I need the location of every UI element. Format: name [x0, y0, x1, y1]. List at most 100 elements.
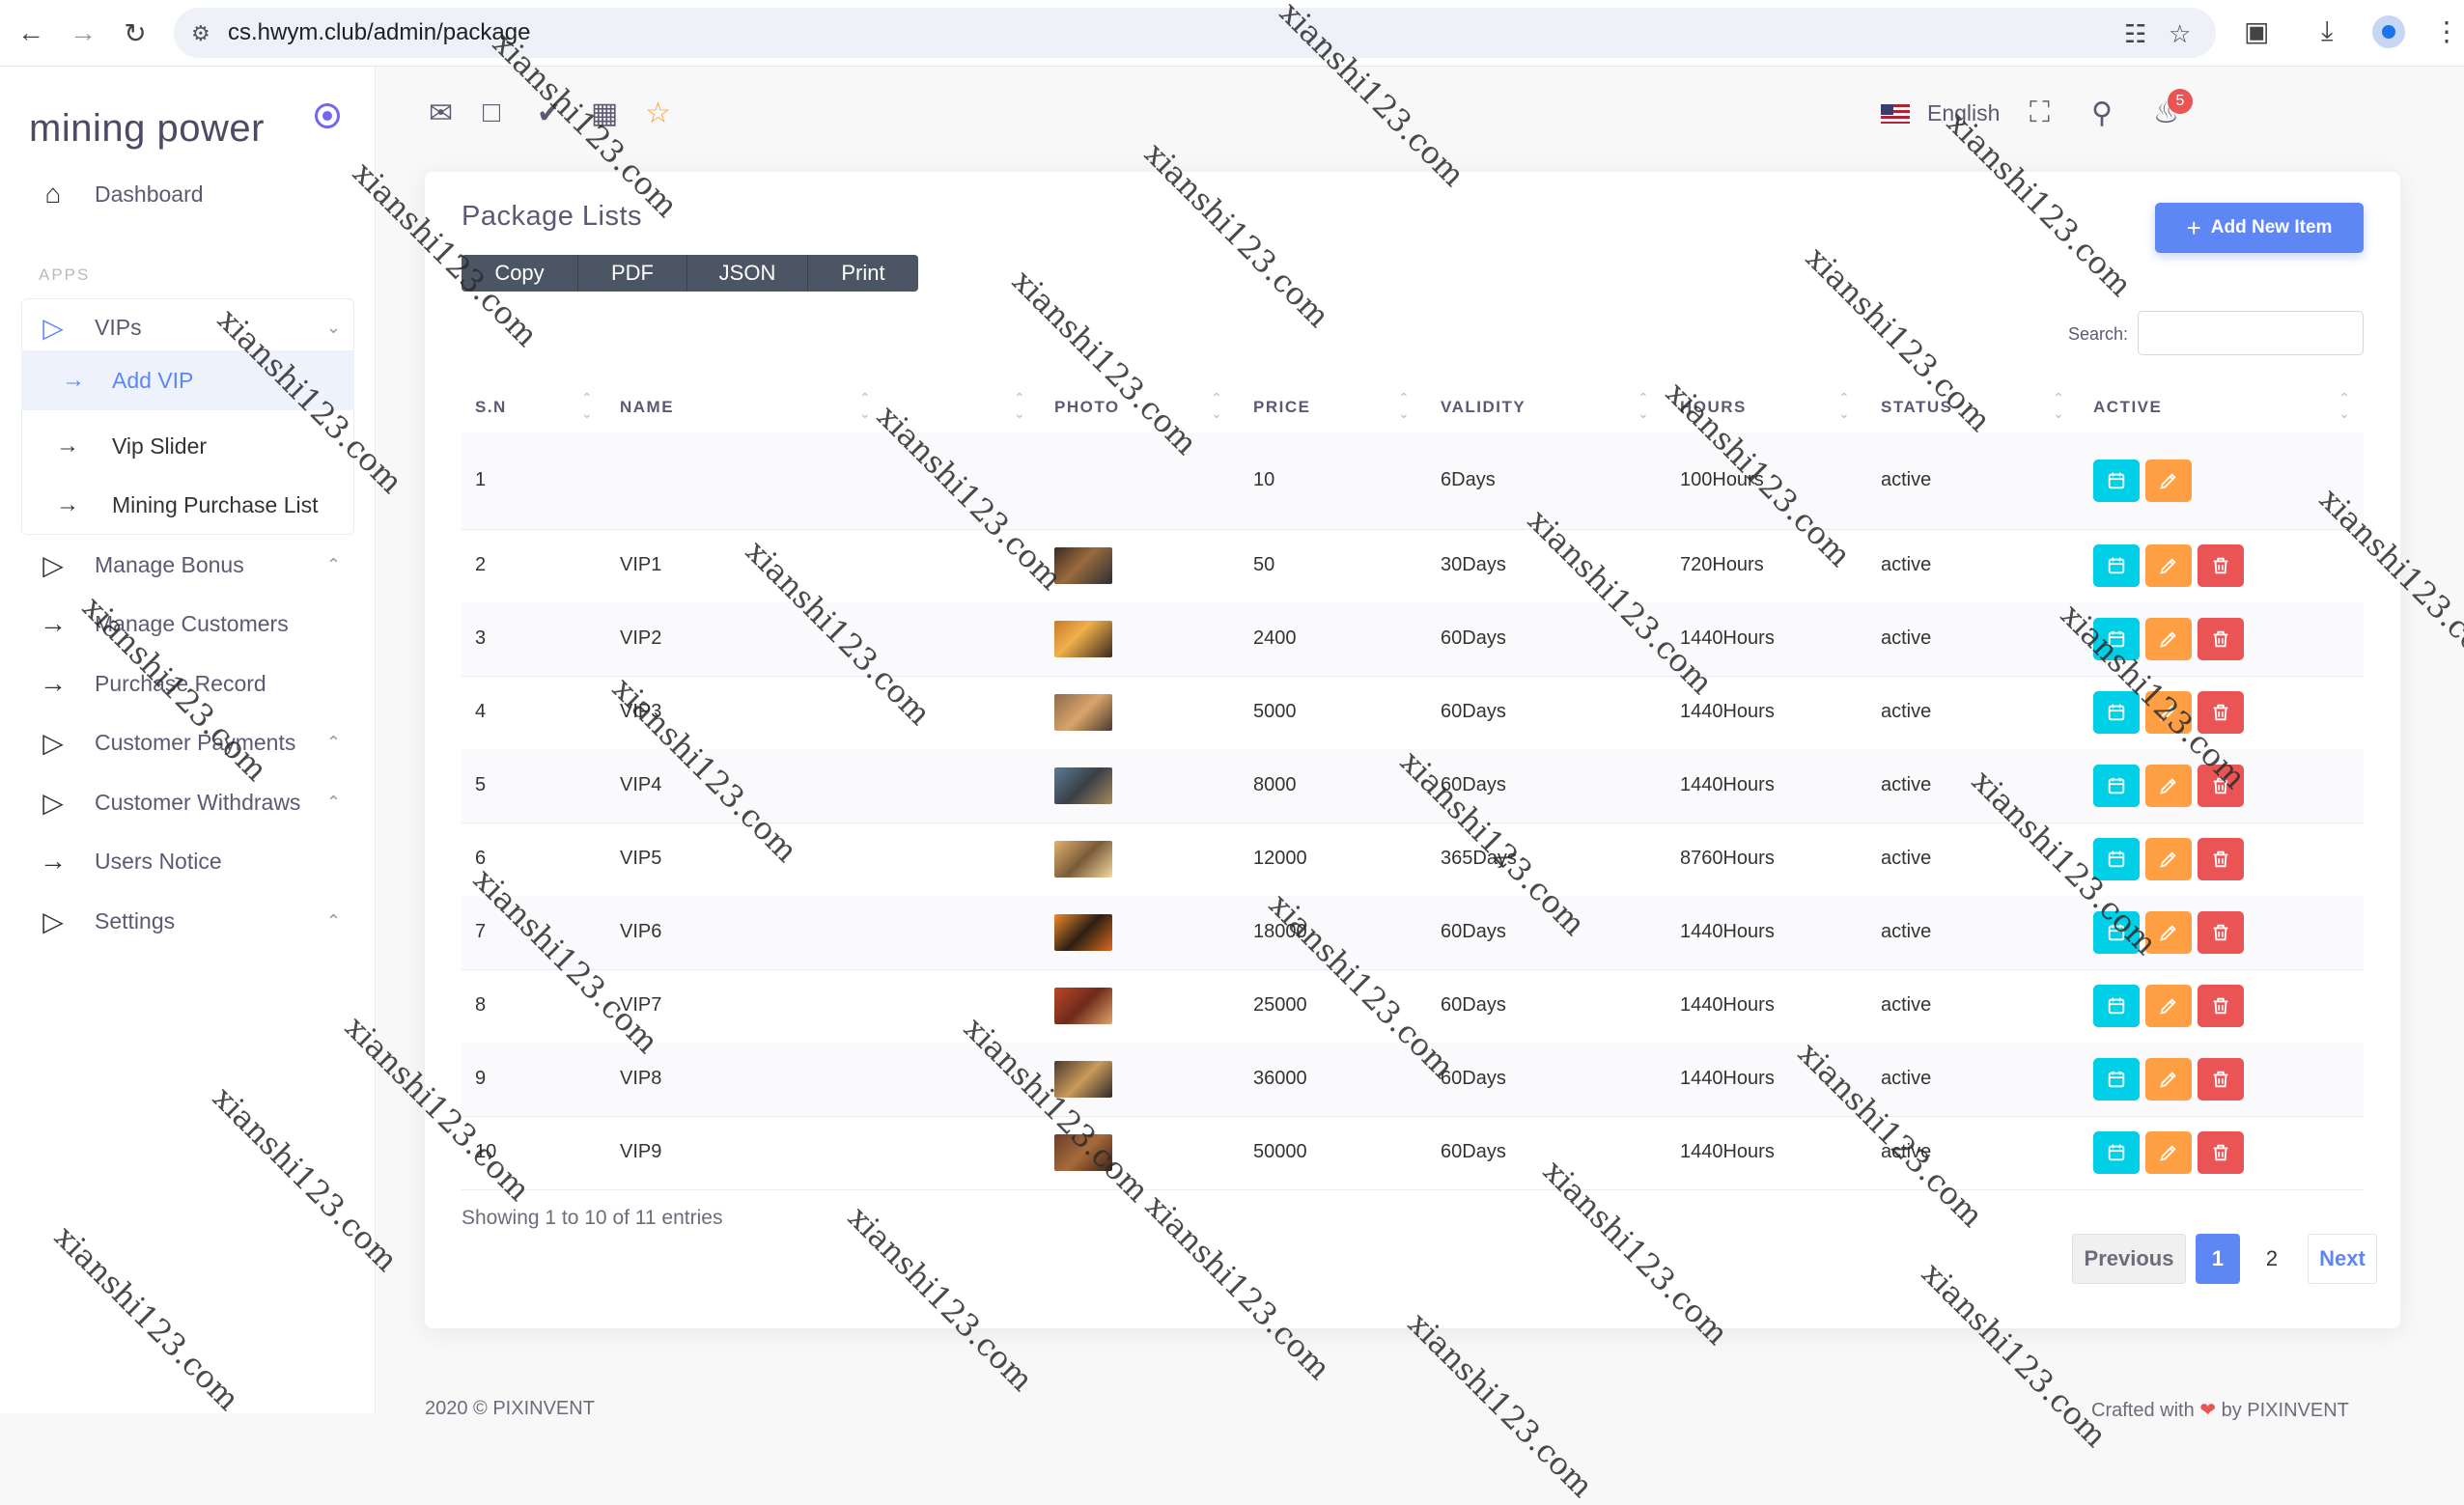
- search-input[interactable]: [2138, 311, 2364, 355]
- forward-icon[interactable]: →: [66, 15, 100, 50]
- edit-button[interactable]: [2145, 985, 2192, 1027]
- language-selector[interactable]: English: [1881, 100, 2000, 126]
- delete-button[interactable]: [2198, 911, 2244, 954]
- page-button-1[interactable]: 1: [2196, 1234, 2240, 1284]
- search-icon[interactable]: ⚲: [2091, 97, 2113, 130]
- column-header-active[interactable]: ACTIVE: [2093, 398, 2162, 417]
- more-menu-icon[interactable]: ⋮: [2433, 15, 2460, 47]
- delete-button[interactable]: [2198, 618, 2244, 660]
- view-button[interactable]: [2093, 691, 2140, 734]
- copy-button[interactable]: Copy: [462, 255, 578, 292]
- column-header-sn[interactable]: S.N: [475, 398, 507, 417]
- back-icon[interactable]: ←: [14, 15, 48, 50]
- sort-icon[interactable]: ⌃ ⌄: [2053, 390, 2064, 421]
- view-button[interactable]: [2093, 838, 2140, 880]
- sidebar-item-settings[interactable]: ▷ Settings ⌃: [21, 894, 354, 948]
- reload-icon[interactable]: ↻: [118, 15, 153, 50]
- brand-logo[interactable]: mining power: [29, 107, 265, 151]
- cell-status: active: [1881, 1068, 1932, 1089]
- sidebar-item-manage-bonus[interactable]: ▷ Manage Bonus ⌃: [21, 538, 354, 592]
- download-icon[interactable]: ⤓: [2321, 15, 2333, 47]
- fullscreen-icon[interactable]: ⛶: [2030, 97, 2050, 129]
- delete-button[interactable]: [2198, 985, 2244, 1027]
- sidebar-item-dashboard[interactable]: ⌂ Dashboard: [21, 167, 354, 221]
- view-button[interactable]: [2093, 618, 2140, 660]
- address-bar[interactable]: ⚙ cs.hwym.club/admin/package ☷ ☆: [174, 8, 2216, 58]
- column-header-hours[interactable]: HOURS: [1680, 398, 1747, 417]
- view-button[interactable]: [2093, 911, 2140, 954]
- view-button[interactable]: [2093, 1131, 2140, 1174]
- sidebar-item-customer-payments[interactable]: ▷ Customer Payments ⌃: [21, 715, 354, 769]
- column-header-name[interactable]: NAME: [620, 398, 674, 417]
- view-button[interactable]: [2093, 1058, 2140, 1101]
- sidebar-subitem-vip-slider[interactable]: → Vip Slider: [21, 419, 354, 473]
- column-header-status[interactable]: STATUS: [1881, 398, 1952, 417]
- delete-button[interactable]: [2198, 838, 2244, 880]
- delete-button[interactable]: [2198, 544, 2244, 587]
- sidebar-item-purchase-record[interactable]: → Purchase Record: [21, 656, 354, 711]
- delete-button[interactable]: [2198, 765, 2244, 807]
- sidebar-item-users-notice[interactable]: → Users Notice: [21, 834, 354, 888]
- extensions-icon[interactable]: ▣: [2244, 15, 2269, 47]
- site-info-icon[interactable]: ⚙: [191, 21, 210, 46]
- edit-button[interactable]: [2145, 618, 2192, 660]
- sidebar-item-vips[interactable]: ▷ VIPs ⌄: [21, 300, 354, 354]
- edit-button[interactable]: [2145, 765, 2192, 807]
- translate-icon[interactable]: ☷: [2124, 19, 2146, 49]
- column-header-photo[interactable]: PHOTO: [1054, 398, 1120, 417]
- page-button-2[interactable]: 2: [2250, 1234, 2294, 1284]
- check-circle-icon[interactable]: ✔: [537, 97, 561, 130]
- view-button[interactable]: [2093, 544, 2140, 587]
- edit-button[interactable]: [2145, 1131, 2192, 1174]
- edit-button[interactable]: [2145, 691, 2192, 734]
- view-button[interactable]: [2093, 985, 2140, 1027]
- view-button[interactable]: [2093, 765, 2140, 807]
- edit-button[interactable]: [2145, 838, 2192, 880]
- delete-button[interactable]: [2198, 1131, 2244, 1174]
- previous-page-button[interactable]: Previous: [2072, 1234, 2186, 1284]
- sort-icon[interactable]: ⌃ ⌄: [1211, 390, 1222, 421]
- edit-button[interactable]: [2145, 911, 2192, 954]
- sort-icon[interactable]: ⌃ ⌄: [1638, 390, 1649, 421]
- mail-icon[interactable]: ✉: [429, 97, 453, 130]
- home-icon: ⌂: [44, 179, 62, 209]
- chat-icon[interactable]: □: [483, 97, 500, 129]
- delete-button[interactable]: [2198, 1058, 2244, 1101]
- sidebar-subitem-mining-purchase-list[interactable]: → Mining Purchase List: [21, 478, 354, 532]
- sort-icon[interactable]: ⌃ ⌄: [859, 390, 871, 421]
- sidebar-toggle-icon[interactable]: [315, 103, 340, 128]
- add-new-item-button[interactable]: + Add New Item: [2155, 203, 2364, 253]
- sort-icon[interactable]: ⌃ ⌄: [1398, 390, 1410, 421]
- package-photo: [1054, 767, 1112, 804]
- print-button[interactable]: Print: [808, 255, 918, 292]
- us-flag-icon: [1881, 103, 1910, 124]
- sort-icon[interactable]: ⌃ ⌄: [1014, 390, 1025, 421]
- cell-status: active: [1881, 554, 1932, 575]
- edit-button[interactable]: [2145, 544, 2192, 587]
- next-page-button[interactable]: Next: [2308, 1234, 2377, 1284]
- sort-icon[interactable]: ⌃ ⌄: [1838, 390, 1850, 421]
- sidebar-item-label: Manage Customers: [95, 610, 289, 636]
- cell-name: VIP7: [620, 994, 662, 1016]
- json-button[interactable]: JSON: [687, 255, 808, 292]
- sidebar-item-customer-withdraws[interactable]: ▷ Customer Withdraws ⌃: [21, 775, 354, 829]
- edit-button[interactable]: [2145, 460, 2192, 502]
- sort-icon[interactable]: ⌃ ⌄: [581, 390, 593, 421]
- calendar-icon[interactable]: ▦: [591, 97, 618, 130]
- view-button[interactable]: [2093, 460, 2140, 502]
- column-header-price[interactable]: PRICE: [1253, 398, 1310, 417]
- star-icon[interactable]: ☆: [645, 97, 671, 130]
- cell-validity: 60Days: [1441, 1068, 1506, 1089]
- edit-button[interactable]: [2145, 1058, 2192, 1101]
- pdf-button[interactable]: PDF: [578, 255, 687, 292]
- cell-hours: 1440Hours: [1680, 1141, 1775, 1162]
- cell-validity: 365Days: [1441, 848, 1517, 869]
- cell-sn: 10: [475, 1141, 497, 1162]
- bookmark-star-icon[interactable]: ☆: [2169, 19, 2191, 49]
- column-header-validity[interactable]: VALIDITY: [1441, 398, 1526, 417]
- profile-avatar[interactable]: [2372, 15, 2405, 48]
- sidebar-item-manage-customers[interactable]: → Manage Customers: [21, 597, 354, 651]
- sidebar-subitem-add-vip[interactable]: → Add VIP: [21, 350, 354, 410]
- sort-icon[interactable]: ⌃ ⌄: [2338, 390, 2350, 421]
- delete-button[interactable]: [2198, 691, 2244, 734]
